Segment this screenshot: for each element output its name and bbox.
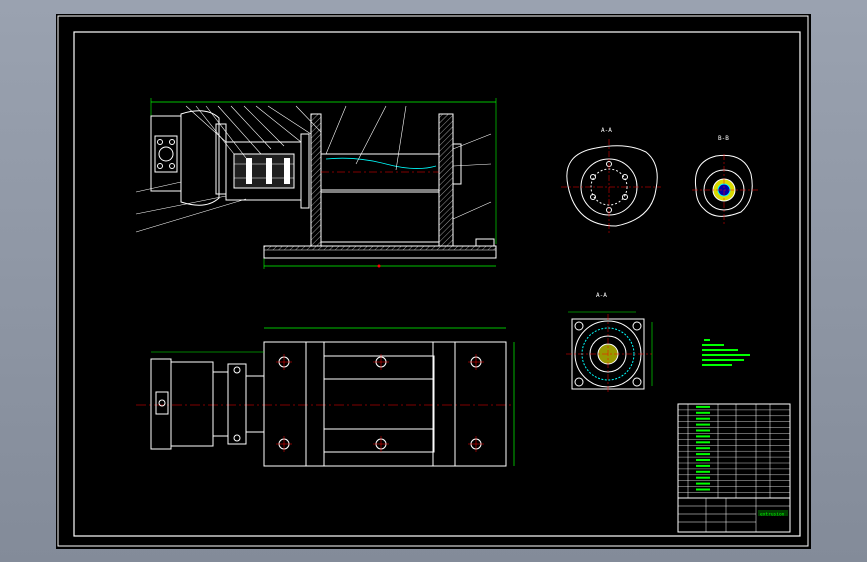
plan-view[interactable] (136, 327, 515, 467)
parts-row-entry (696, 459, 710, 461)
section-view-a[interactable]: A-A (561, 127, 661, 234)
parts-row-entry (696, 453, 710, 456)
drawing-canvas[interactable]: A-A B-B A-A extrusion (56, 14, 811, 549)
parts-row-entry (696, 482, 710, 485)
inner-sheet-frame (73, 31, 801, 537)
parts-row-entry (696, 488, 710, 491)
parts-row-entry (696, 464, 710, 467)
bearing-view-label: A-A (596, 292, 607, 299)
title-block[interactable]: extrusion (677, 497, 791, 533)
front-section-view[interactable] (135, 98, 497, 269)
parts-row-entry (696, 423, 710, 426)
technical-notes (702, 339, 750, 366)
parts-row-entry (696, 470, 710, 473)
parts-row-entry (696, 447, 710, 450)
parts-row-entry (696, 441, 710, 444)
parts-row-entry (696, 435, 710, 438)
parts-row-entry (696, 405, 710, 408)
parts-row-entry (696, 411, 710, 414)
parts-list-table[interactable] (677, 403, 791, 499)
parts-row-entry (696, 476, 710, 479)
parts-row-entry (696, 429, 710, 432)
parts-row-entry (696, 417, 710, 420)
section-view-a-label: A-A (601, 127, 612, 134)
bearing-housing-view[interactable]: A-A (566, 292, 653, 394)
section-view-b[interactable]: B-B (692, 135, 758, 224)
title-block-name: extrusion (760, 512, 785, 518)
section-view-b-label: B-B (718, 135, 729, 142)
cad-drawing-area[interactable]: A-A B-B A-A extrusion (56, 14, 811, 549)
